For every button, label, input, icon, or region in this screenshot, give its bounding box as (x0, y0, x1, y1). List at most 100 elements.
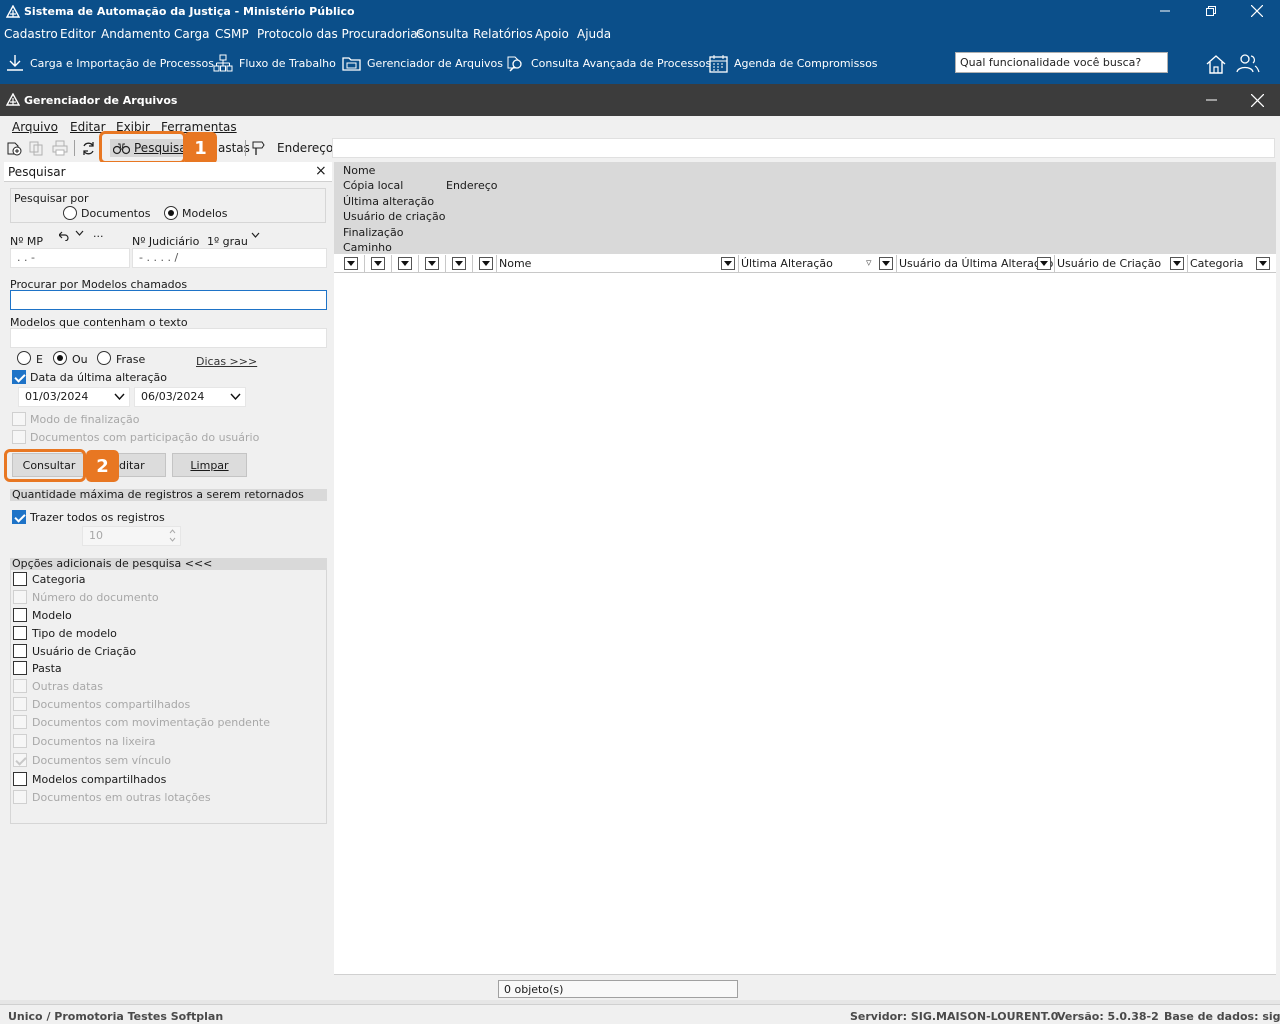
chk-opt-mov-pendente[interactable] (13, 715, 27, 729)
child-close-icon[interactable] (1234, 89, 1280, 111)
download-icon (6, 54, 24, 72)
chk-opt-modelo[interactable] (13, 608, 27, 622)
radio-frase[interactable] (97, 351, 111, 365)
menu-carga[interactable]: Carga (174, 27, 209, 41)
date-to-picker[interactable]: 06/03/2024 (134, 387, 246, 407)
column-ultima-alteracao[interactable]: Última Alteração (741, 257, 833, 270)
child-menu-arquivo[interactable]: Arquivo (12, 120, 58, 134)
date-from-picker[interactable]: 01/03/2024 (18, 387, 130, 407)
home-icon[interactable] (1205, 53, 1227, 75)
restore-button[interactable] (1188, 0, 1234, 22)
chk-modo-finalizacao[interactable] (12, 412, 26, 426)
qtd-stepper[interactable]: 10 (82, 526, 181, 546)
agenda-compromissos-button[interactable]: Agenda de Compromissos (709, 52, 878, 74)
chk-opt-pasta[interactable] (13, 661, 27, 675)
radio-e[interactable] (17, 351, 31, 365)
opcoes-section[interactable]: Opções adicionais de pesquisa <<< (10, 558, 327, 570)
menu-editor[interactable]: Editor (60, 27, 96, 41)
column-filter-dropdown[interactable] (1037, 257, 1051, 270)
refresh-icon[interactable] (81, 139, 96, 157)
child-minimize-button[interactable] (1188, 89, 1234, 111)
chk-opt-docs-compartilhados[interactable] (13, 697, 27, 711)
minimize-button[interactable] (1142, 0, 1188, 22)
new-item-icon[interactable] (6, 139, 22, 157)
consulta-avancada-button[interactable]: Consulta Avançada de Processos (505, 52, 711, 74)
chk-opt-lixeira[interactable] (13, 734, 27, 748)
results-grid-body[interactable] (334, 274, 1276, 974)
close-icon[interactable] (1234, 0, 1280, 22)
feature-search-input[interactable] (955, 52, 1168, 73)
chk-opt-outras-lotacoes[interactable] (13, 790, 27, 804)
carga-importacao-button[interactable]: Carga e Importação de Processos (6, 52, 214, 74)
radio-ou[interactable] (53, 351, 67, 365)
column-filter-dropdown[interactable] (879, 257, 893, 270)
column-filter-dropdown[interactable] (1170, 257, 1184, 270)
menu-csmp[interactable]: CSMP (215, 27, 249, 41)
chevron-down-icon[interactable] (251, 232, 260, 239)
nmp-input[interactable]: . . - (10, 248, 130, 268)
signpost-icon (251, 140, 265, 156)
column-filter-dropdown[interactable] (371, 257, 385, 270)
column-categoria[interactable]: Categoria (1190, 257, 1244, 270)
njud-input[interactable]: - . . . . / (132, 248, 327, 268)
callout-badge-1: 1 (184, 132, 217, 164)
detail-endereco: Endereço (446, 179, 498, 192)
toolbar-separator (74, 140, 75, 156)
menu-protocolo[interactable]: Protocolo das Procuradorias (257, 27, 424, 41)
chk-opt-sem-vinculo[interactable] (13, 753, 27, 767)
radio-e-label: E (36, 353, 43, 366)
modelos-texto-input[interactable] (10, 328, 327, 348)
gerenciador-arquivos-button[interactable]: Gerenciador de Arquivos (342, 52, 503, 74)
column-filter-dropdown[interactable] (479, 257, 493, 270)
column-filter-dropdown[interactable] (344, 257, 358, 270)
column-filter-dropdown[interactable] (452, 257, 466, 270)
chk-docs-participacao[interactable] (12, 430, 26, 444)
fluxo-trabalho-button[interactable]: Fluxo de Trabalho (213, 52, 336, 74)
chk-opt-numero-documento[interactable] (13, 590, 27, 604)
chk-opt-categoria[interactable] (13, 572, 27, 586)
column-filter-dropdown[interactable] (398, 257, 412, 270)
menu-consulta[interactable]: Consulta (416, 27, 469, 41)
modelos-chamados-input[interactable] (10, 290, 327, 310)
menu-relatorios[interactable]: Relatórios (473, 27, 533, 41)
chk-data-ultima-alteracao[interactable] (12, 370, 26, 384)
user-switch-icon[interactable] (1236, 52, 1260, 74)
column-nome[interactable]: Nome (499, 257, 531, 270)
detail-copia-local: Cópia local (343, 179, 404, 192)
endereco-button[interactable]: Endereço (251, 139, 333, 157)
address-field[interactable] (332, 138, 1275, 158)
radio-documentos-label: Documentos (81, 207, 151, 220)
chevron-down-icon (114, 393, 125, 400)
chevron-down-icon[interactable] (75, 230, 84, 237)
undo-icon[interactable] (59, 231, 69, 241)
column-filter-dropdown[interactable] (425, 257, 439, 270)
column-separator (896, 255, 897, 273)
chk-opt-usuario-criacao[interactable] (13, 644, 27, 658)
chk-opt-tipo-modelo[interactable] (13, 626, 27, 640)
menu-apoio[interactable]: Apoio (535, 27, 569, 41)
limpar-button[interactable]: Limpar (172, 453, 247, 477)
status-bar: Unico / Promotoria Testes Softplan Servi… (0, 1004, 1280, 1024)
dicas-link[interactable]: Dicas >>> (196, 355, 257, 368)
column-usuario-ultima[interactable]: Usuário da Última Alteração (899, 257, 1053, 270)
menu-ajuda[interactable]: Ajuda (577, 27, 611, 41)
panel-close-icon[interactable]: × (315, 163, 327, 179)
radio-documentos[interactable] (63, 206, 77, 220)
radio-modelos[interactable] (164, 206, 178, 220)
opt-label: Pasta (32, 662, 62, 675)
radio-ou-label: Ou (72, 353, 88, 366)
opt-label: Documentos em outras lotações (32, 791, 211, 804)
menu-andamento[interactable]: Andamento (101, 27, 171, 41)
chk-opt-modelos-compartilhados[interactable] (13, 772, 27, 786)
column-usuario-criacao[interactable]: Usuário de Criação (1057, 257, 1161, 270)
column-filter-dropdown[interactable] (721, 257, 735, 270)
app-title: Sistema de Automação da Justiça - Minist… (24, 5, 355, 18)
chk-trazer-todos[interactable] (12, 510, 26, 524)
column-filter-dropdown[interactable] (1256, 257, 1270, 270)
more-options[interactable]: ··· (93, 230, 104, 243)
chk-opt-outras-datas[interactable] (13, 679, 27, 693)
grau-selector[interactable]: 1º grau (207, 235, 248, 248)
status-base: Base de dados: sigal (1164, 1010, 1280, 1023)
column-separator (391, 255, 392, 273)
menu-cadastro[interactable]: Cadastro (4, 27, 58, 41)
